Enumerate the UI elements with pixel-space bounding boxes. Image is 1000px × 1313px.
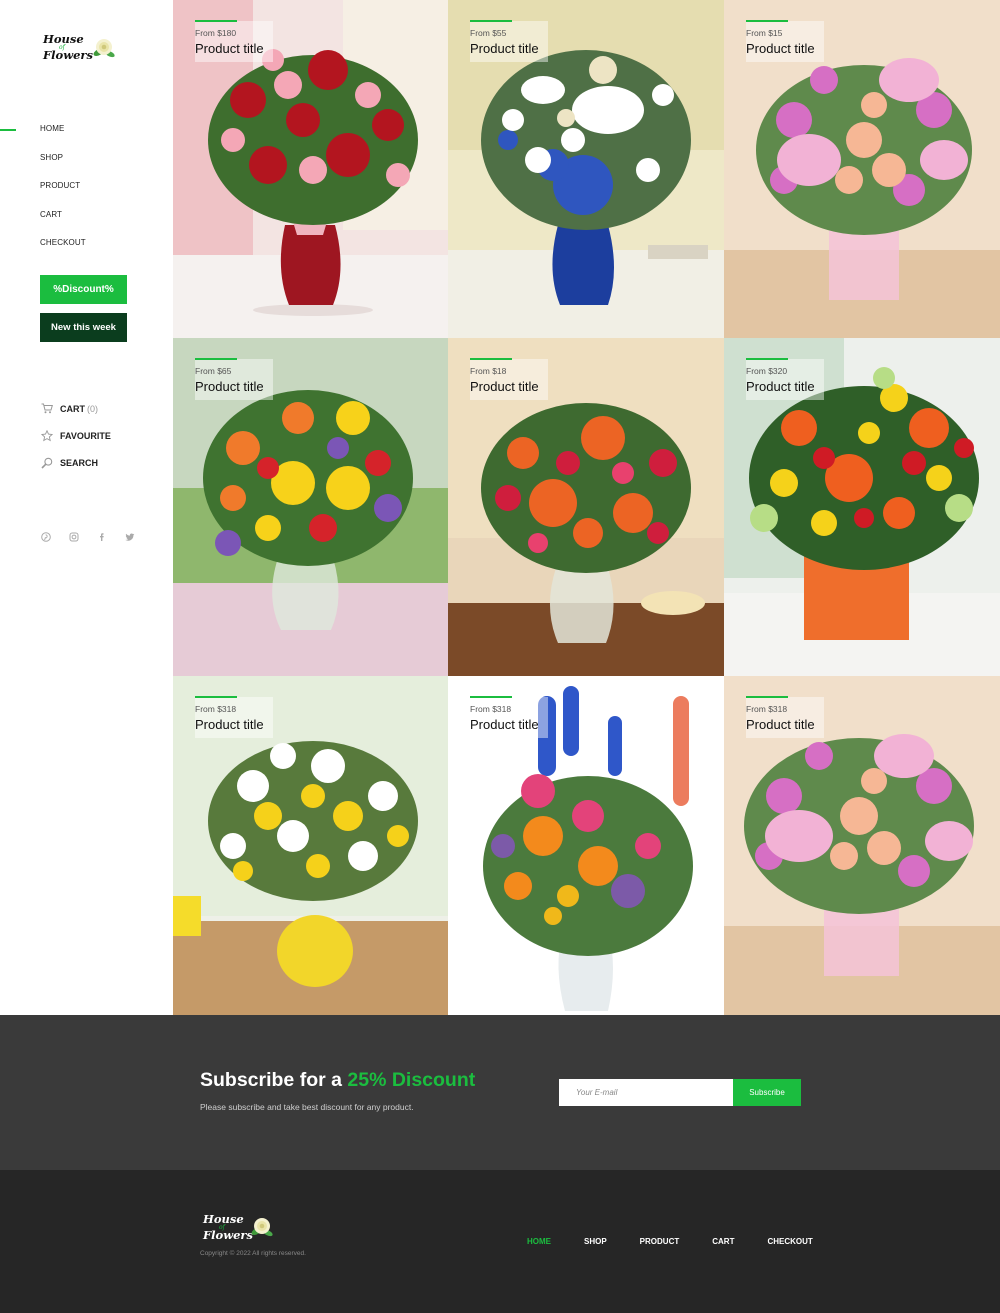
cart-count: (0) <box>87 403 98 414</box>
subscribe-button[interactable]: Subscribe <box>733 1079 801 1106</box>
subscribe-section: Subscribe for a 25% Discount Please subs… <box>0 1015 1000 1170</box>
product-price: From $55 <box>470 28 507 38</box>
product-card[interactable]: From $318 Product title <box>724 676 1000 1015</box>
footer-nav-checkout[interactable]: CHECKOUT <box>767 1237 812 1246</box>
product-card[interactable]: From $180 Product title <box>173 0 448 338</box>
product-price: From $180 <box>195 28 237 38</box>
brand-logo[interactable]: House of Flowers <box>43 33 123 65</box>
product-card[interactable]: From $55 Product title <box>448 0 724 338</box>
main-nav: HOME SHOP PRODUCT CART CHECKOUT <box>40 124 86 267</box>
product-label: From $318 Product title <box>746 696 824 738</box>
cart-icon <box>40 402 53 415</box>
product-card[interactable]: From $15 Product title <box>724 0 1000 338</box>
nav-item-cart[interactable]: CART <box>40 210 86 239</box>
nav-active-indicator <box>0 129 16 131</box>
product-price: From $318 <box>746 704 788 714</box>
product-price: From $15 <box>746 28 783 38</box>
twitter-icon[interactable] <box>124 531 135 542</box>
favourite-label: FAVOURITE <box>60 430 111 441</box>
product-label: From $318 Product title <box>470 696 548 738</box>
footer: House of Flowers Copyright © 2022 All ri… <box>0 1170 1000 1313</box>
product-label: From $318 Product title <box>195 696 273 738</box>
product-grid: From $180 Product title From $55 Product… <box>173 0 1000 1015</box>
copyright-text: Copyright © 2022 All rights reserved. <box>200 1250 306 1257</box>
product-label: From $18 Product title <box>470 358 548 400</box>
footer-nav-home[interactable]: HOME <box>527 1237 551 1246</box>
product-title: Product title <box>470 717 539 732</box>
email-input[interactable] <box>559 1079 733 1106</box>
search-link[interactable]: SEARCH <box>40 449 111 476</box>
rose-logo-icon <box>251 1218 273 1237</box>
product-title: Product title <box>470 379 539 394</box>
nav-item-product[interactable]: PRODUCT <box>40 181 86 210</box>
rose-logo-icon <box>93 39 115 58</box>
social-links <box>40 531 135 542</box>
product-price: From $320 <box>746 366 788 376</box>
search-label: SEARCH <box>60 457 99 468</box>
subscribe-description: Please subscribe and take best discount … <box>200 1102 414 1112</box>
brand-wordmark: House of Flowers <box>43 33 93 62</box>
product-card[interactable]: From $18 Product title <box>448 338 724 676</box>
star-icon <box>40 429 53 442</box>
product-label: From $320 Product title <box>746 358 824 400</box>
cart-link[interactable]: CART (0) <box>40 395 111 422</box>
product-title: Product title <box>746 379 815 394</box>
product-card[interactable]: From $65 Product title <box>173 338 448 676</box>
favourite-link[interactable]: FAVOURITE <box>40 422 111 449</box>
search-icon <box>40 456 53 469</box>
utility-links: CART (0) FAVOURITE SEARCH <box>40 395 111 476</box>
instagram-icon[interactable] <box>68 531 79 542</box>
nav-item-checkout[interactable]: CHECKOUT <box>40 238 86 267</box>
subscribe-heading: Subscribe for a 25% Discount <box>200 1069 475 1092</box>
product-label: From $15 Product title <box>746 20 824 62</box>
product-card[interactable]: From $318 Product title <box>173 676 448 1015</box>
cart-label: CART <box>60 403 85 414</box>
product-title: Product title <box>195 41 264 56</box>
discount-button[interactable]: %Discount% <box>40 275 127 304</box>
product-label: From $55 Product title <box>470 20 548 62</box>
product-title: Product title <box>746 41 815 56</box>
footer-nav-shop[interactable]: SHOP <box>584 1237 607 1246</box>
footer-nav-cart[interactable]: CART <box>712 1237 734 1246</box>
new-this-week-button[interactable]: New this week <box>40 313 127 342</box>
product-title: Product title <box>195 379 264 394</box>
product-price: From $318 <box>195 704 237 714</box>
footer-brand-wordmark: House of Flowers <box>203 1213 253 1242</box>
product-title: Product title <box>470 41 539 56</box>
product-title: Product title <box>746 717 815 732</box>
nav-item-home[interactable]: HOME <box>40 124 86 153</box>
product-price: From $65 <box>195 366 232 376</box>
footer-brand-line-3: Flowers <box>203 1228 253 1242</box>
sidebar: House of Flowers HOME SHOP PRODUCT CART … <box>0 0 173 1015</box>
nav-item-shop[interactable]: SHOP <box>40 153 86 182</box>
product-label: From $65 Product title <box>195 358 273 400</box>
product-price: From $318 <box>470 704 512 714</box>
subscribe-heading-text: Subscribe for a <box>200 1069 348 1091</box>
subscribe-heading-accent: 25% Discount <box>347 1069 476 1091</box>
pinterest-icon[interactable] <box>40 531 51 542</box>
footer-nav: HOME SHOP PRODUCT CART CHECKOUT <box>527 1237 846 1246</box>
brand-line-3: Flowers <box>43 48 93 62</box>
product-title: Product title <box>195 717 264 732</box>
product-card[interactable]: From $320 Product title <box>724 338 1000 676</box>
product-price: From $18 <box>470 366 507 376</box>
footer-nav-product[interactable]: PRODUCT <box>640 1237 680 1246</box>
facebook-icon[interactable] <box>96 531 107 542</box>
product-card[interactable]: From $318 Product title <box>448 676 724 1015</box>
product-label: From $180 Product title <box>195 20 273 62</box>
